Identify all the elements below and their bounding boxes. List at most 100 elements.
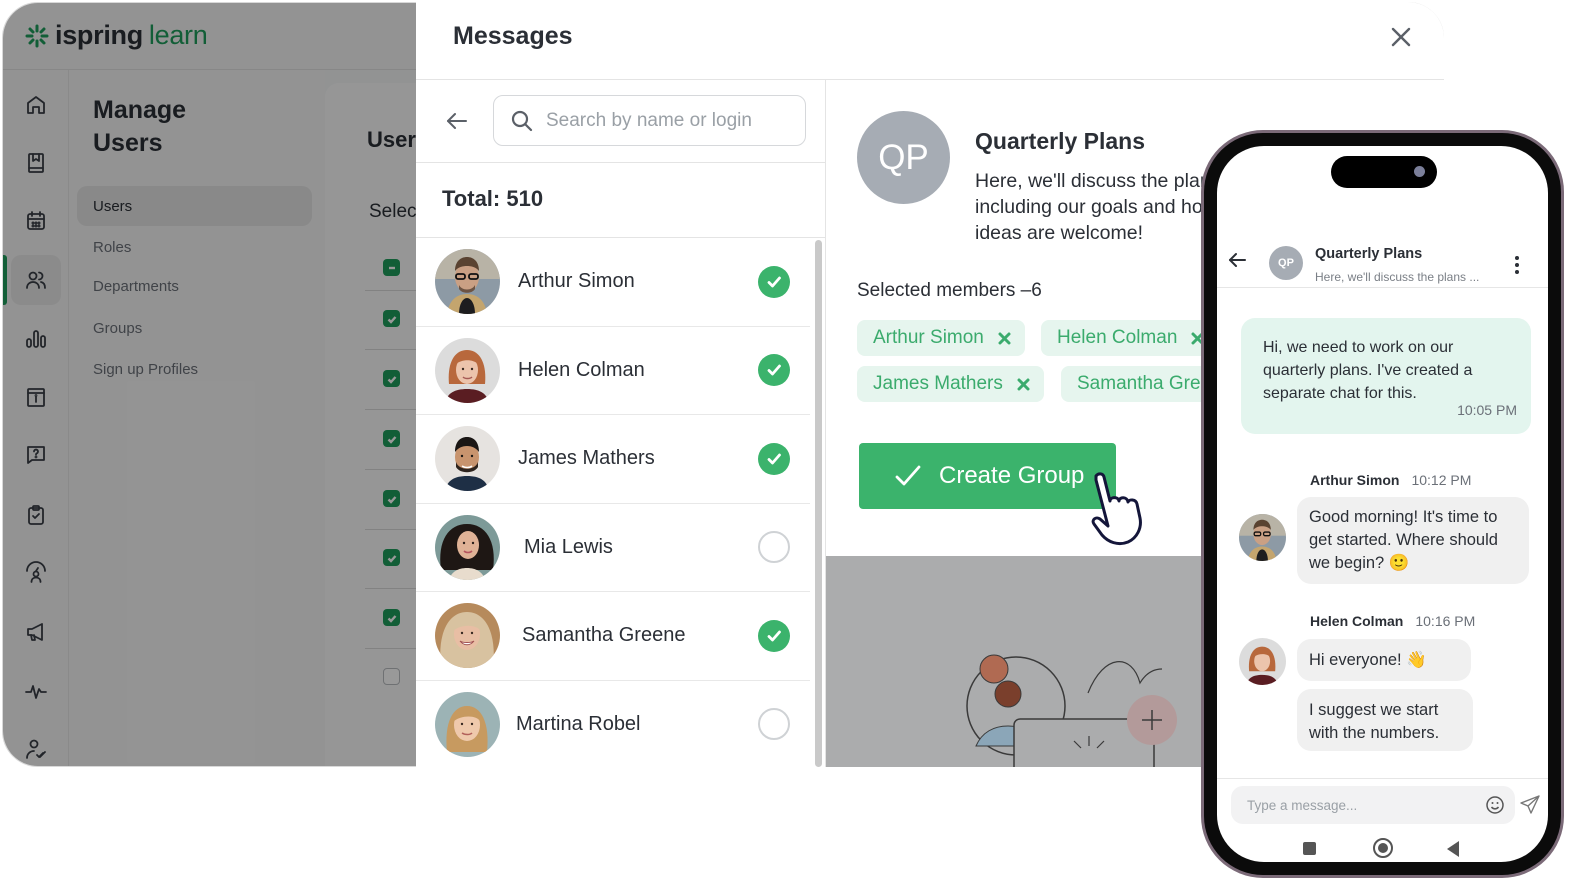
avatar — [435, 691, 500, 757]
arrow-left-icon — [447, 113, 467, 129]
row-checkbox[interactable] — [383, 549, 400, 566]
user-row-mia-lewis[interactable]: Mia Lewis — [416, 504, 810, 592]
check-icon — [767, 276, 781, 288]
user-search-field[interactable] — [493, 95, 806, 146]
user-picker-pane: Total: 510 Arthur Simon Helen Colman — [416, 80, 826, 767]
total-row: Total: 510 — [416, 162, 826, 238]
back-button[interactable] — [444, 108, 472, 136]
modal-header: Messages — [416, 2, 1444, 80]
row-checkbox[interactable] — [383, 609, 400, 626]
member-chip[interactable]: Arthur Simon — [857, 320, 1025, 356]
select-all-checkbox[interactable] — [383, 259, 400, 276]
bar-chart-icon — [26, 330, 46, 348]
user-row-samantha-greene[interactable]: Samantha Greene — [416, 592, 810, 681]
megaphone-icon — [27, 623, 43, 641]
logo-word-learn: learn — [148, 20, 208, 50]
user-row-helen-colman[interactable]: Helen Colman — [416, 327, 810, 415]
subnav-item-roles[interactable]: Roles — [77, 227, 312, 267]
info-book-icon — [27, 388, 45, 407]
clipboard-check-icon — [28, 505, 44, 525]
user-row-james-mathers[interactable]: James Mathers — [416, 415, 810, 504]
user-list-scrollbar[interactable] — [815, 240, 822, 767]
recent-apps-button[interactable] — [1303, 842, 1316, 855]
selected-check[interactable] — [758, 442, 790, 475]
row-checkbox[interactable] — [383, 430, 400, 447]
selected-check[interactable] — [758, 265, 790, 298]
remove-icon[interactable] — [1017, 378, 1030, 391]
android-nav-bar — [1217, 834, 1548, 862]
question-bubble-icon — [27, 446, 45, 464]
user-row-arthur-simon[interactable]: Arthur Simon — [416, 238, 810, 327]
emoji-icon[interactable] — [1485, 795, 1505, 815]
member-chip[interactable]: Helen Colman — [1041, 320, 1219, 356]
rail-performance[interactable] — [11, 548, 61, 598]
modal-title: Messages — [453, 22, 573, 50]
rail-activity[interactable] — [11, 666, 61, 716]
phone-mockup: QP Quarterly Plans Here, we'll discuss t… — [1201, 130, 1564, 878]
subnav-item-users[interactable]: Users — [77, 186, 312, 226]
rail-courses[interactable] — [11, 138, 61, 188]
rail-announcements[interactable] — [11, 607, 61, 657]
selected-check[interactable] — [758, 619, 790, 652]
minus-icon — [388, 266, 395, 269]
avatar — [435, 337, 500, 403]
send-icon[interactable] — [1519, 794, 1541, 816]
user-name: Samantha Greene — [522, 624, 686, 647]
chat-back-button[interactable] — [1227, 250, 1249, 272]
check-icon — [767, 453, 781, 465]
message-composer[interactable] — [1231, 786, 1515, 824]
user-check-icon — [26, 739, 46, 759]
icon-rail — [3, 70, 69, 766]
user-name: Martina Robel — [516, 712, 641, 735]
row-checkbox[interactable] — [383, 490, 400, 507]
rail-assignments[interactable] — [11, 490, 61, 540]
chat-header: QP Quarterly Plans Here, we'll discuss t… — [1217, 228, 1548, 288]
create-group-button[interactable]: Create Group — [859, 443, 1116, 509]
rail-reports[interactable] — [11, 314, 61, 364]
user-name: Helen Colman — [518, 358, 645, 381]
sender-avatar-helen — [1239, 638, 1286, 685]
close-button[interactable] — [1388, 24, 1414, 50]
chat-avatar: QP — [1269, 246, 1303, 280]
incoming-message: I suggest we start with the numbers. — [1297, 689, 1473, 751]
row-checkbox[interactable] — [383, 370, 400, 387]
rail-users[interactable] — [3, 255, 61, 305]
sender-name: Arthur Simon — [1310, 472, 1400, 488]
selected-members-label: Selected members –6 — [857, 280, 1042, 301]
subnav-item-groups[interactable]: Groups — [77, 308, 312, 348]
ispring-learn-logo[interactable]: ispring learn — [25, 20, 208, 51]
rail-calendar[interactable] — [11, 196, 61, 246]
user-row-martina-robel[interactable]: Martina Robel — [416, 681, 810, 768]
phone-screen: QP Quarterly Plans Here, we'll discuss t… — [1217, 146, 1548, 862]
unselected-check[interactable] — [758, 531, 790, 564]
rail-home[interactable] — [11, 80, 61, 130]
selected-check[interactable] — [758, 354, 790, 387]
subnav-item-departments[interactable]: Departments — [77, 266, 312, 306]
check-icon — [387, 315, 396, 324]
more-options-icon[interactable] — [1514, 256, 1520, 274]
section-title: Manage Users — [93, 96, 187, 157]
subnav-item-sign-up-profiles[interactable]: Sign up Profiles — [77, 349, 312, 389]
member-chip[interactable]: James Mathers — [857, 366, 1044, 402]
row-checkbox[interactable] — [383, 668, 400, 685]
message-input[interactable] — [1247, 797, 1467, 813]
system-back-button[interactable] — [1447, 841, 1459, 857]
group-avatar: QP — [857, 111, 950, 204]
rail-questions[interactable] — [11, 430, 61, 480]
remove-icon[interactable] — [998, 332, 1011, 345]
search-input[interactable] — [546, 109, 796, 132]
avatar — [435, 426, 500, 492]
chip-label: James Mathers — [873, 373, 1003, 394]
rail-knowledge-base[interactable] — [11, 372, 61, 422]
phone-bezel: QP Quarterly Plans Here, we'll discuss t… — [1204, 133, 1561, 875]
create-group-label: Create Group — [939, 462, 1085, 489]
home-icon — [27, 96, 45, 114]
message-meta: Arthur Simon 10:12 PM — [1310, 472, 1471, 488]
rail-user-approval[interactable] — [11, 724, 61, 766]
check-icon — [387, 495, 396, 504]
home-button[interactable] — [1373, 838, 1393, 858]
row-checkbox[interactable] — [383, 310, 400, 327]
select-label: Select — [369, 201, 422, 222]
message-meta: Helen Colman 10:16 PM — [1310, 613, 1475, 629]
unselected-check[interactable] — [758, 708, 790, 741]
